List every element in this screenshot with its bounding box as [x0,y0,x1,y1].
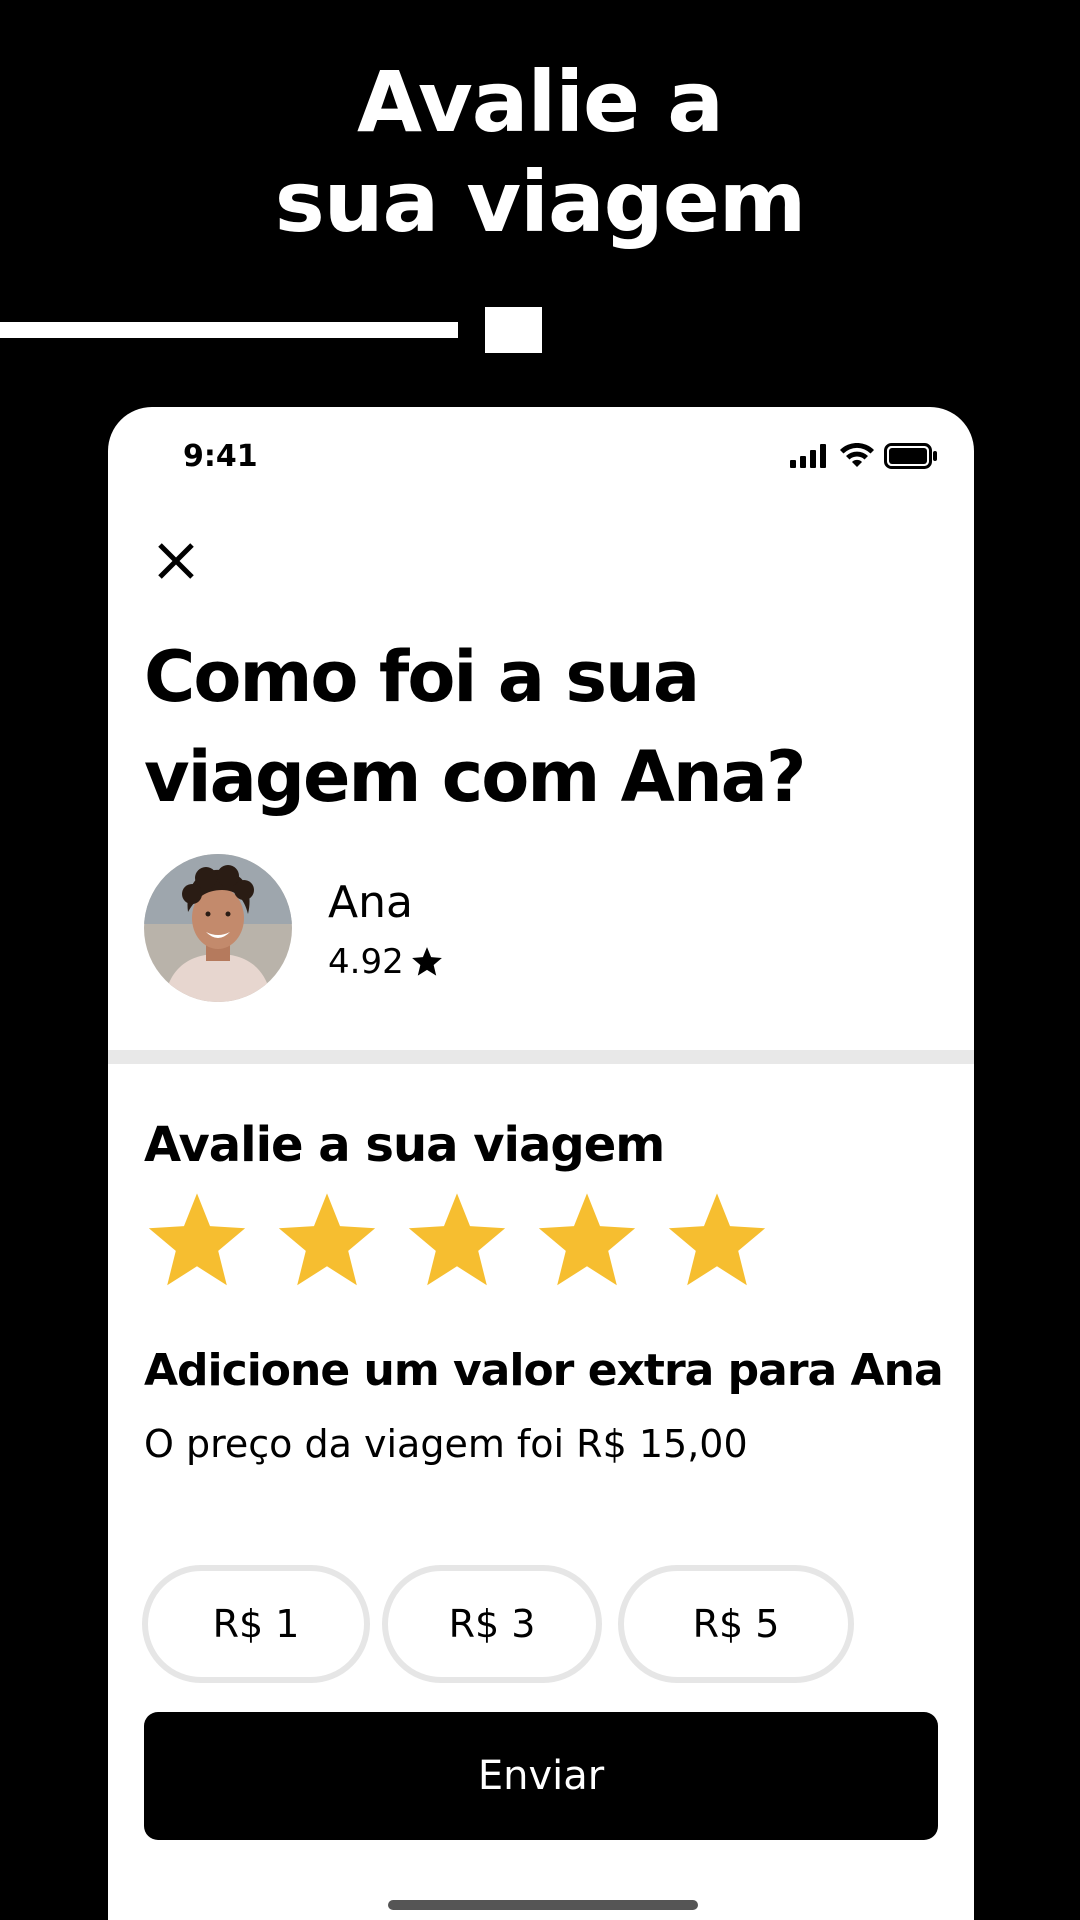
tip-option-3[interactable]: R$ 3 [382,1565,602,1683]
star-icon [411,947,442,976]
phone-screen: 9:41 Como foi a sua viagem com Ana? Ana … [108,407,974,1920]
rating-star-2[interactable] [274,1189,380,1295]
home-indicator [388,1900,698,1910]
driver-rating: 4.92 [328,942,444,982]
driver-rating-value: 4.92 [328,942,404,982]
rating-question: Como foi a sua viagem com Ana? [144,627,944,827]
wifi-icon [840,443,874,467]
rating-star-1[interactable] [144,1189,250,1295]
status-time: 9:41 [183,439,258,474]
app-screen: Avalie a sua viagem 9:41 Como foi a sua … [0,0,1080,1920]
progress-indicator [485,307,542,353]
trip-price-text: O preço da viagem foi R$ 15,00 [144,1422,748,1466]
status-icons [790,443,938,469]
battery-icon [884,443,937,469]
rating-star-4[interactable] [534,1189,640,1295]
submit-button[interactable]: Enviar [144,1712,938,1840]
section-divider [108,1050,974,1064]
rating-star-5[interactable] [664,1189,770,1295]
tip-option-5[interactable]: R$ 5 [618,1565,854,1683]
hero-title-line2: sua viagem [274,153,807,251]
rate-trip-title: Avalie a sua viagem [144,1117,665,1173]
star-rating [144,1189,770,1295]
close-icon [158,543,194,579]
rating-question-line1: Como foi a sua [144,636,700,718]
progress-bar [0,322,458,338]
hero-title: Avalie a sua viagem [0,52,1080,252]
driver-name: Ana [328,877,413,928]
tip-option-1[interactable]: R$ 1 [142,1565,370,1683]
tip-title: Adicione um valor extra para Ana [144,1345,944,1396]
close-button[interactable] [152,537,200,585]
cellular-signal-icon [790,444,826,468]
driver-avatar [144,854,292,1002]
hero-title-line1: Avalie a [357,53,724,151]
rating-question-line2: viagem com Ana? [144,736,807,818]
rating-star-3[interactable] [404,1189,510,1295]
